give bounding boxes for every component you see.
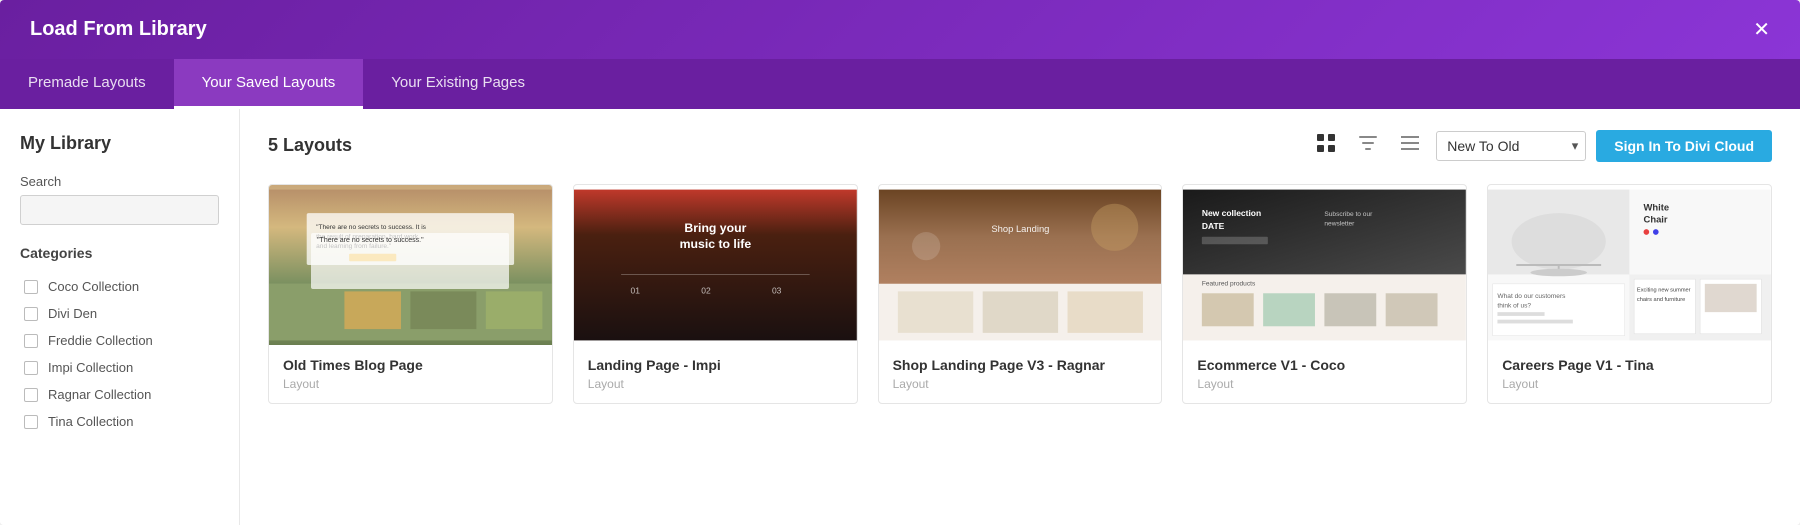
content-area: My Library Search Categories Coco Collec… [0, 109, 1800, 525]
close-button[interactable]: ✕ [1753, 20, 1770, 40]
sign-in-divi-cloud-button[interactable]: Sign In To Divi Cloud [1596, 130, 1772, 162]
svg-text:What do our customers: What do our customers [1498, 293, 1567, 300]
svg-text:think of us?: think of us? [1498, 302, 1532, 309]
category-label-impi: Impi Collection [48, 360, 133, 375]
tabs-bar: Premade Layouts Your Saved Layouts Your … [0, 59, 1800, 109]
categories-title: Categories [20, 245, 219, 261]
layout-name-4: Ecommerce V1 - Coco [1197, 357, 1452, 373]
layout-thumbnail-4: New collection DATE Subscribe to our new… [1183, 185, 1466, 345]
category-label-coco: Coco Collection [48, 279, 139, 294]
svg-text:01: 01 [630, 285, 640, 295]
layout-name-1: Old Times Blog Page [283, 357, 538, 373]
layout-thumbnail-2: Bring your music to life 01 02 03 [574, 185, 857, 345]
svg-text:and learning from failure.": and learning from failure." [316, 243, 392, 250]
svg-text:Bring your: Bring your [684, 221, 746, 235]
svg-text:chairs and furniture: chairs and furniture [1637, 297, 1685, 303]
category-checkbox-impi[interactable] [24, 361, 38, 375]
category-item[interactable]: Impi Collection [20, 354, 219, 381]
category-label-ragnar: Ragnar Collection [48, 387, 151, 402]
svg-text:Exciting new summer: Exciting new summer [1637, 287, 1691, 293]
layout-name-2: Landing Page - Impi [588, 357, 843, 373]
modal-title: Load From Library [30, 18, 207, 41]
sort-select[interactable]: New To Old Old To New A-Z Z-A [1436, 131, 1586, 161]
layout-card-1[interactable]: "There are no secrets to success. It is … [268, 184, 553, 404]
category-item[interactable]: Divi Den [20, 300, 219, 327]
svg-text:newsletter: newsletter [1325, 220, 1356, 227]
layout-type-5: Layout [1502, 377, 1757, 391]
layout-card-4[interactable]: New collection DATE Subscribe to our new… [1182, 184, 1467, 404]
category-checkbox-coco[interactable] [24, 280, 38, 294]
svg-text:Featured products: Featured products [1202, 281, 1256, 288]
category-label-divi-den: Divi Den [48, 306, 97, 321]
layout-name-5: Careers Page V1 - Tina [1502, 357, 1757, 373]
svg-text:White: White [1644, 201, 1670, 212]
layout-card-2[interactable]: Bring your music to life 01 02 03 Landin… [573, 184, 858, 404]
svg-text:New collection: New collection [1202, 208, 1261, 218]
layout-thumbnail-3: Shop Landing [879, 185, 1162, 345]
layout-info-2: Landing Page - Impi Layout [574, 345, 857, 403]
svg-text:02: 02 [701, 285, 711, 295]
search-label: Search [20, 174, 219, 189]
thumbnail-svg-4: New collection DATE Subscribe to our new… [1183, 185, 1466, 345]
sidebar-title: My Library [20, 133, 219, 154]
layout-thumbnail-1: "There are no secrets to success. It is … [269, 185, 552, 345]
layout-info-1: Old Times Blog Page Layout [269, 345, 552, 403]
svg-text:music to life: music to life [679, 237, 751, 251]
layout-type-4: Layout [1197, 377, 1452, 391]
layout-info-4: Ecommerce V1 - Coco Layout [1183, 345, 1466, 403]
tab-saved-layouts[interactable]: Your Saved Layouts [174, 59, 364, 109]
layout-type-1: Layout [283, 377, 538, 391]
main-content: 5 Layouts [240, 109, 1800, 525]
layout-name-3: Shop Landing Page V3 - Ragnar [893, 357, 1148, 373]
category-checkbox-ragnar[interactable] [24, 388, 38, 402]
category-label-freddie: Freddie Collection [48, 333, 153, 348]
svg-text:Shop Landing: Shop Landing [991, 223, 1049, 234]
category-checkbox-freddie[interactable] [24, 334, 38, 348]
svg-text:Subscribe to our: Subscribe to our [1325, 211, 1374, 218]
svg-text:03: 03 [772, 285, 782, 295]
thumbnail-svg-3: Shop Landing [879, 185, 1162, 345]
svg-text:"There are no secrets to succe: "There are no secrets to success. It is [316, 224, 427, 231]
filter-icon [1358, 133, 1378, 153]
layout-thumbnail-5: White Chair Exciting new summer chairs a… [1488, 185, 1771, 345]
layout-card-3[interactable]: Shop Landing Shop Landing Page V3 - Ragn… [878, 184, 1163, 404]
filter-button[interactable] [1352, 129, 1384, 162]
category-checkbox-tina[interactable] [24, 415, 38, 429]
thumbnail-svg-2: Bring your music to life 01 02 03 [574, 185, 857, 345]
layout-type-3: Layout [893, 377, 1148, 391]
toolbar-right: New To Old Old To New A-Z Z-A Sign In To… [1310, 129, 1772, 162]
layout-info-5: Careers Page V1 - Tina Layout [1488, 345, 1771, 403]
tab-existing-pages[interactable]: Your Existing Pages [363, 59, 553, 109]
sort-select-wrapper: New To Old Old To New A-Z Z-A [1436, 131, 1586, 161]
layout-type-2: Layout [588, 377, 843, 391]
layouts-grid: "There are no secrets to success. It is … [268, 184, 1772, 404]
sidebar: My Library Search Categories Coco Collec… [0, 109, 240, 525]
svg-text:DATE: DATE [1202, 221, 1225, 231]
load-from-library-modal: Load From Library ✕ Premade Layouts Your… [0, 0, 1800, 525]
search-input[interactable] [20, 195, 219, 225]
category-item[interactable]: Tina Collection [20, 408, 219, 435]
svg-text:the result of preparation, har: the result of preparation, hard work, [316, 234, 420, 241]
tab-premade-layouts[interactable]: Premade Layouts [0, 59, 174, 109]
modal-header: Load From Library ✕ [0, 0, 1800, 59]
category-item[interactable]: Ragnar Collection [20, 381, 219, 408]
list-view-button[interactable] [1394, 129, 1426, 162]
layout-card-5[interactable]: White Chair Exciting new summer chairs a… [1487, 184, 1772, 404]
grid-icon [1316, 133, 1336, 153]
thumbnail-svg-5: White Chair Exciting new summer chairs a… [1488, 185, 1771, 345]
thumbnail-svg-1: "There are no secrets to success. It is … [269, 185, 552, 345]
grid-view-button[interactable] [1310, 129, 1342, 162]
category-item[interactable]: Coco Collection [20, 273, 219, 300]
layouts-count: 5 Layouts [268, 135, 352, 156]
svg-text:Chair: Chair [1644, 214, 1668, 225]
layout-info-3: Shop Landing Page V3 - Ragnar Layout [879, 345, 1162, 403]
category-checkbox-divi-den[interactable] [24, 307, 38, 321]
category-label-tina: Tina Collection [48, 414, 134, 429]
main-toolbar: 5 Layouts [268, 129, 1772, 162]
category-item[interactable]: Freddie Collection [20, 327, 219, 354]
list-icon [1400, 133, 1420, 153]
